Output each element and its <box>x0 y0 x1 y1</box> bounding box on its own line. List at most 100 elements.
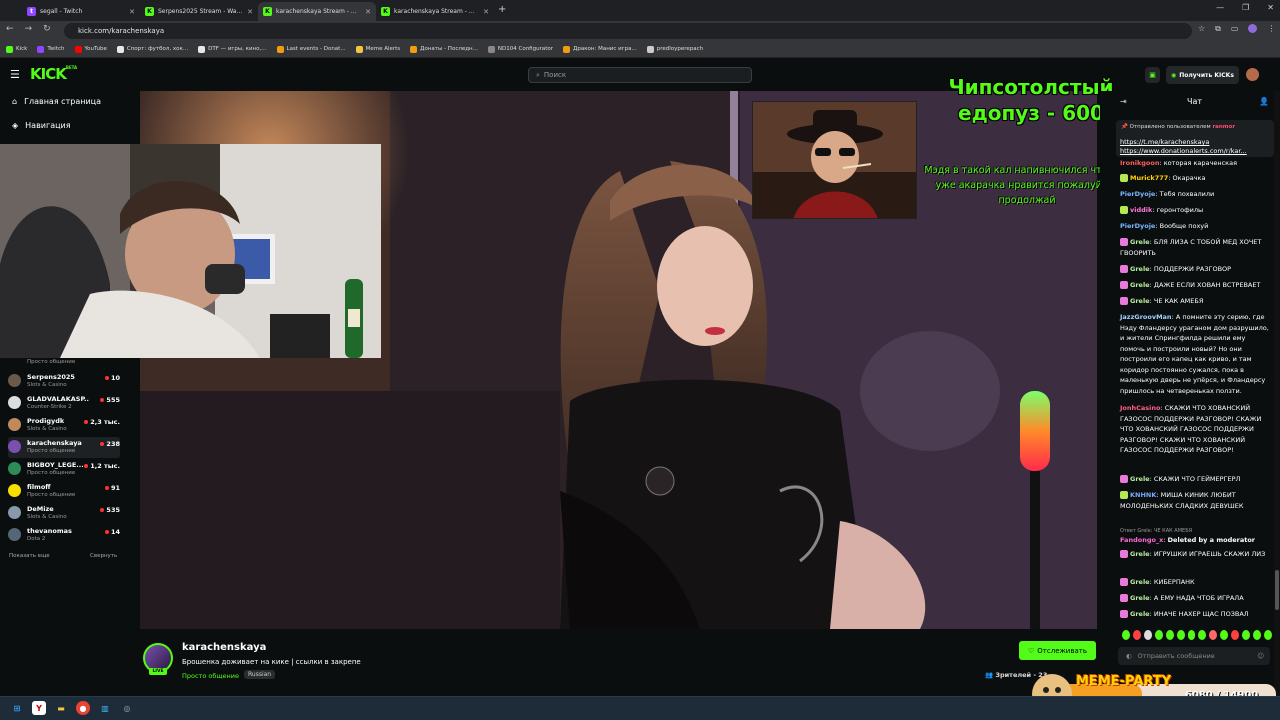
sidebar-channel-gladvalakasp-[interactable]: GLADVALAKASP... Counter-Strike 2 555 <box>8 393 120 414</box>
close-tab-icon[interactable]: ✕ <box>483 8 489 16</box>
chat-username[interactable]: viddik <box>1130 206 1152 214</box>
bookmark-item[interactable]: Дракон: Манис игра... <box>563 45 637 53</box>
extensions-icon[interactable]: ⧉ <box>1215 24 1221 34</box>
emote-icon[interactable] <box>1231 630 1240 640</box>
bookmark-item[interactable]: Спорт: футбол, хок... <box>116 45 188 53</box>
sidebar-item-home[interactable]: ⌂ Главная страница <box>12 97 101 106</box>
browser-tab-1[interactable]: t segall - Twitch ✕ <box>22 2 140 21</box>
sidebar-channel-serpens2025[interactable]: Serpens2025 Slots & Casino 10 <box>8 371 120 392</box>
sidebar-channel-bigboy-lege-[interactable]: BIGBOY_LEGE... Просто общение 1,2 тыс. <box>8 459 120 480</box>
sidebar-channel-demize[interactable]: DeMize Slots & Casino 535 <box>8 503 120 524</box>
chat-username[interactable]: JonhCasino <box>1120 404 1161 412</box>
show-more-link[interactable]: Показать еще <box>9 553 50 559</box>
browser-tab-4[interactable]: Kkarachenskaya Stream - Watch L✕ <box>376 2 494 21</box>
close-tab-icon[interactable]: ✕ <box>129 8 135 16</box>
steam-icon[interactable]: ◎ <box>120 701 134 715</box>
bookmark-item[interactable]: Kick <box>6 45 27 53</box>
sidebar-channel-prodigydk[interactable]: Prodigydk Slots & Casino 2,3 тыс. <box>8 415 120 436</box>
emote-icon[interactable] <box>1198 630 1207 640</box>
browser-tab-2[interactable]: KSerpens2025 Stream - Watch Liv✕ <box>140 2 258 21</box>
close-tab-icon[interactable]: ✕ <box>247 8 253 16</box>
chat-username[interactable]: PierDyoje <box>1120 222 1155 230</box>
sidebar-channel-karachenskaya[interactable]: karachenskaya Просто общение 238 <box>8 437 120 458</box>
taskbar-app-icon[interactable]: ▥ <box>98 701 112 715</box>
chat-username[interactable]: JazzGroovMan <box>1120 313 1172 321</box>
forward-icon[interactable]: → <box>25 24 33 34</box>
new-tab-button[interactable]: + <box>498 4 506 15</box>
stream-category-link[interactable]: Просто общение <box>182 672 239 680</box>
scrollbar-thumb[interactable] <box>1275 570 1279 610</box>
chat-users-icon[interactable]: 👤 <box>1259 97 1269 106</box>
chat-username[interactable]: Grele <box>1130 238 1150 246</box>
bookmark-item[interactable]: predloyperepach <box>646 45 703 53</box>
chat-username[interactable]: PierDyoje <box>1120 190 1155 198</box>
chrome-icon[interactable]: ● <box>76 701 90 715</box>
emote-icon[interactable] <box>1154 630 1163 640</box>
bookmark-item[interactable]: DTF — игры, кино,... <box>198 45 267 53</box>
bookmark-item[interactable]: YouTube <box>74 45 107 53</box>
chat-username[interactable]: Fandongo_x <box>1120 536 1163 544</box>
address-bar[interactable]: kick.com/karachenskaya <box>64 23 1192 39</box>
emote-icon[interactable] <box>1220 630 1229 640</box>
emote-icon[interactable] <box>1122 630 1130 640</box>
bookmark-item[interactable]: Last events - Donat... <box>276 45 346 53</box>
chat-settings-icon[interactable]: ◐ <box>1126 652 1132 660</box>
user-avatar[interactable] <box>1246 68 1259 81</box>
emoji-icon[interactable]: ☺ <box>1257 652 1264 660</box>
bookmark-item[interactable]: ND104 Configurator <box>487 45 553 53</box>
sidebar-item-browse[interactable]: ◈ Навигация <box>12 121 71 130</box>
chat-username[interactable]: Grele <box>1130 475 1150 483</box>
collapse-link[interactable]: Свернуть <box>90 553 117 559</box>
emote-icon[interactable] <box>1143 630 1152 640</box>
rewards-icon[interactable]: ▣ <box>1145 67 1160 83</box>
emote-icon[interactable] <box>1165 630 1174 640</box>
collapse-chat-icon[interactable]: ⇥ <box>1120 97 1127 106</box>
emote-icon[interactable] <box>1132 630 1141 640</box>
chat-username[interactable]: Grele <box>1130 578 1150 586</box>
profile-icon[interactable] <box>1248 24 1258 33</box>
streamer-name[interactable]: karachenskaya <box>182 642 266 653</box>
chat-username[interactable]: Ironikgoon <box>1120 159 1159 167</box>
chat-username[interactable]: Grele <box>1130 550 1150 558</box>
browser-tab-3[interactable]: Kkarachenskaya Stream - Watch L✕ <box>258 2 376 21</box>
chat-username[interactable]: Grele <box>1130 594 1150 602</box>
chat-username[interactable]: KNHNK <box>1130 491 1156 499</box>
emote-icon[interactable] <box>1176 630 1185 640</box>
back-icon[interactable]: ← <box>6 24 14 34</box>
emote-icon[interactable] <box>1187 630 1196 640</box>
reload-icon[interactable]: ↻ <box>43 24 51 34</box>
cast-icon[interactable]: ▭ <box>1231 24 1239 34</box>
bookmark-item[interactable]: Донаты - Последн... <box>410 45 478 53</box>
emote-icon[interactable] <box>1253 630 1261 640</box>
yandex-browser-icon[interactable]: Y <box>32 701 46 715</box>
file-explorer-icon[interactable]: ▬ <box>54 701 68 715</box>
maximize-icon[interactable]: ❐ <box>1242 3 1249 12</box>
sidebar-channel-thevanomas[interactable]: thevanomas Dota 2 14 <box>8 525 120 546</box>
chat-username[interactable]: Grele <box>1130 297 1150 305</box>
get-kicks-button[interactable]: ◉ Получить KICKs <box>1166 66 1239 84</box>
chat-username[interactable]: Grele <box>1130 281 1150 289</box>
emote-icon[interactable] <box>1209 630 1218 640</box>
chat-username[interactable]: Murick777 <box>1130 174 1168 182</box>
follow-button[interactable]: ♡ Отслеживать <box>1019 641 1096 660</box>
close-tab-icon[interactable]: ✕ <box>365 8 371 16</box>
hamburger-menu-icon[interactable]: ☰ <box>10 68 20 81</box>
emote-icon[interactable] <box>1263 630 1272 640</box>
bookmark-star-icon[interactable]: ☆ <box>1198 24 1205 34</box>
kick-logo[interactable]: KICKBETA <box>30 65 77 83</box>
search-input[interactable]: ⌕ Поиск <box>528 67 752 83</box>
bookmark-item[interactable]: Meme Alerts <box>355 45 400 53</box>
chat-username[interactable]: Grele <box>1130 610 1150 618</box>
minimize-icon[interactable]: — <box>1216 3 1224 12</box>
chat-input[interactable]: ◐ Отправить сообщение ☺ <box>1118 647 1270 665</box>
pinned-link-telegram[interactable]: https://t.me/karachenskaya <box>1120 138 1209 146</box>
bookmark-item[interactable]: Twitch <box>37 45 65 53</box>
menu-dots-icon[interactable]: ⋮ <box>1267 24 1275 34</box>
sidebar-channel-filmoff[interactable]: filmoff Просто общение 91 <box>8 481 120 502</box>
pinned-link-donationalerts[interactable]: https://www.donationalerts.com/r/kar... <box>1120 147 1260 155</box>
close-window-icon[interactable]: ✕ <box>1267 3 1274 12</box>
language-tag[interactable]: Russian <box>244 670 276 679</box>
chat-username[interactable]: Grele <box>1130 265 1150 273</box>
windows-start-icon[interactable]: ⊞ <box>10 701 24 715</box>
emote-icon[interactable] <box>1242 630 1251 640</box>
